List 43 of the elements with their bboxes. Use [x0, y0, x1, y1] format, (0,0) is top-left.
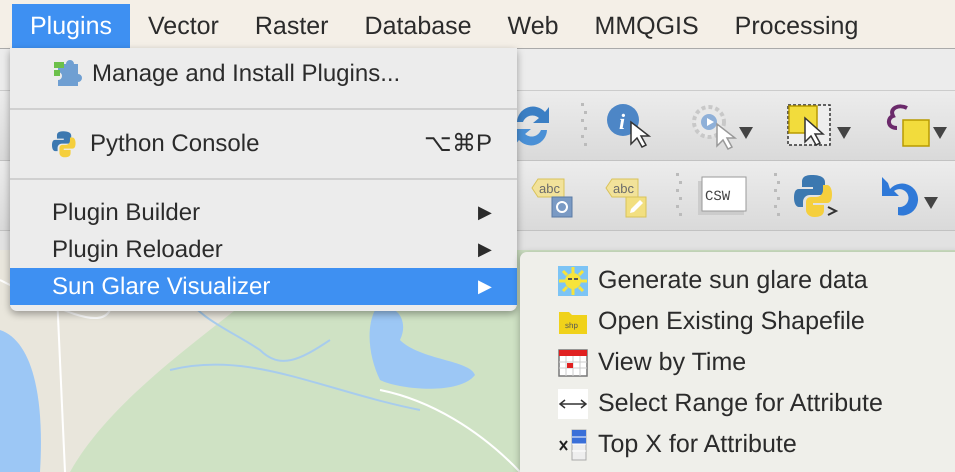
menu-item[interactable]: Generate sun glare data	[558, 260, 955, 301]
menu-bar-item[interactable]: Processing	[716, 4, 876, 48]
calendar-icon	[558, 348, 588, 378]
submenu-arrow-icon: ▶	[478, 236, 492, 263]
menu-item[interactable]: shp Open Existing Shapefile	[558, 301, 955, 342]
toolbar-grip-icon	[774, 172, 780, 218]
menu-item[interactable]: Select Range for Attribute	[558, 383, 955, 424]
menu-item-label: Plugin Reloader	[52, 234, 223, 264]
caret-icon	[739, 126, 753, 138]
menu-item-label: Top X for Attribute	[598, 428, 797, 460]
menu-item-label: Python Console	[90, 129, 260, 159]
submenu-arrow-icon: ▶	[478, 273, 492, 300]
python-icon	[794, 172, 840, 218]
submenu-arrow-icon: ▶	[478, 199, 492, 226]
caret-icon	[837, 126, 851, 138]
menu-bar-item[interactable]: Raster	[236, 4, 347, 48]
sun-icon	[558, 266, 588, 296]
shortcut-label: ⌥⌘P	[424, 129, 492, 159]
ranked-list-icon	[558, 428, 588, 460]
menu-item[interactable]: Plugin Builder ▶	[10, 194, 517, 231]
menu-item[interactable]: Manage and Install Plugins...	[10, 54, 517, 94]
range-arrows-icon	[558, 388, 588, 418]
menu-item-label: Generate sun glare data	[598, 264, 868, 296]
menu-bar-item[interactable]: MMQGIS	[576, 4, 717, 48]
menu-item-label: Sun Glare Visualizer	[52, 272, 270, 302]
menu-item-label: Open Existing Shapefile	[598, 306, 865, 337]
menu-item[interactable]: View by Time	[558, 342, 955, 383]
menu-bar-item[interactable]: Web	[490, 4, 576, 48]
menu-item[interactable]: Plugin Reloader ▶	[10, 231, 517, 268]
menu-item-label: View by Time	[598, 346, 746, 378]
caret-icon	[924, 196, 938, 208]
menu-item-label: Manage and Install Plugins...	[92, 59, 400, 89]
menu-bar-item[interactable]: Vector	[130, 4, 237, 48]
expression-select-icon	[885, 102, 931, 150]
menu-item-label: Select Range for Attribute	[598, 388, 883, 419]
toolbar-grip-icon	[581, 102, 587, 148]
puzzle-icon	[52, 60, 82, 88]
caret-icon	[933, 126, 947, 138]
menu-item-label: Plugin Builder	[52, 198, 200, 228]
toolbar-grip-icon	[676, 172, 682, 218]
menu-bar-item[interactable]: Database	[346, 4, 490, 48]
menu-item[interactable]: Top X for Attribute	[558, 424, 955, 465]
menu-item[interactable]: Python Console ⌥⌘P	[10, 124, 517, 164]
